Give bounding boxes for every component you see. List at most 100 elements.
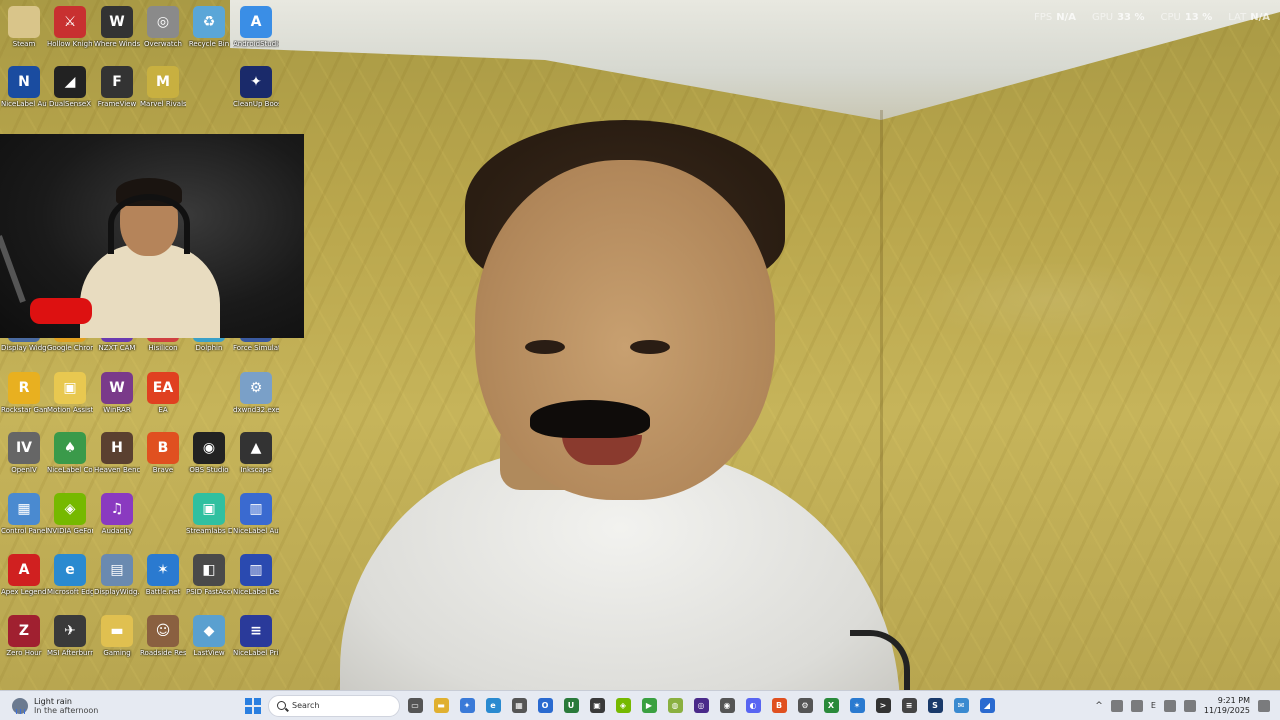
desktop-icon[interactable]: ▣ Streamlabs Desktop [186, 493, 232, 536]
windows-logo-tile [254, 697, 261, 705]
start-button[interactable] [242, 695, 264, 717]
desktop-icon[interactable]: R Rockstar Games... [1, 372, 47, 415]
taskbar-chrome-app-icon[interactable]: ◉ [716, 695, 738, 717]
desktop-icon-label: OBS Studio [189, 466, 229, 474]
taskbar-steam-app-icon[interactable]: S [924, 695, 946, 717]
taskbar-nvidia-app-icon[interactable]: ◈ [612, 695, 634, 717]
desktop-icon[interactable]: ▦ Control Panel [1, 493, 47, 536]
app-icon: ◢ [54, 66, 86, 98]
taskbar-obs-app-icon[interactable]: ◎ [690, 695, 712, 717]
input-language-indicator[interactable]: E [1151, 701, 1156, 710]
app-icon: W [101, 372, 133, 404]
desktop-icon-label: Audacity [101, 527, 133, 535]
desktop-icon[interactable]: ▥ NiceLabel Designer 10 [233, 554, 279, 597]
app-icon: N [8, 66, 40, 98]
desktop-icon[interactable]: ▲ Inkscape [233, 432, 279, 475]
desktop-icon-label: Streamlabs Desktop [186, 527, 232, 535]
desktop-icon[interactable]: W WinRAR [94, 372, 140, 415]
desktop-icon[interactable]: ◎ Overwatch [140, 6, 186, 49]
desktop-icon[interactable]: A Apex Legends [1, 554, 47, 597]
notifications-bell-icon[interactable] [1258, 699, 1270, 712]
taskbar-clock[interactable]: 9:21 PM 11/19/2025 [1204, 696, 1250, 716]
desktop-icon-label: dxwnd32.exe [233, 406, 279, 414]
desktop-icon[interactable]: IV OpenIV [1, 432, 47, 475]
desktop-icon[interactable]: ✈ MSI Afterburner [47, 615, 93, 658]
desktop-icon-label: Display Widget Lite [1, 344, 47, 352]
taskbar-brave-app-icon[interactable]: B [768, 695, 790, 717]
desktop-icon[interactable]: ♻ Recycle Bin [186, 6, 232, 49]
desktop-icon[interactable]: N NiceLabel Automati... [1, 66, 47, 109]
taskbar-tool-app-icon[interactable]: ◢ [976, 695, 998, 717]
desktop-icon[interactable]: ▣ Motion Assistant [47, 372, 93, 415]
chrome-app-glyph: ◉ [719, 698, 735, 713]
taskbar-edge-icon[interactable]: e [482, 695, 504, 717]
desktop-icon-label: WinRAR [103, 406, 131, 414]
taskbar-file-explorer-icon[interactable]: ▬ [430, 695, 452, 717]
app-icon: Z [8, 615, 40, 647]
network-icon[interactable] [1163, 699, 1176, 712]
taskbar-media-app-icon[interactable]: ▶ [638, 695, 660, 717]
taskbar-app-u-icon[interactable]: U [560, 695, 582, 717]
app-icon: ▥ [240, 554, 272, 586]
desktop-icon[interactable]: F FrameView [94, 66, 140, 109]
desktop-icon-label: Force Simulator [233, 344, 279, 352]
desktop-icon-label: MSI Afterburner [47, 649, 93, 657]
taskbar-store-icon[interactable]: ▦ [508, 695, 530, 717]
desktop-icon[interactable]: ✶ Battle.net [140, 554, 186, 597]
desktop-icon[interactable]: B Brave [140, 432, 186, 475]
desktop-icon[interactable]: ◈ NVIDIA GeFor... [47, 493, 93, 536]
desktop-icon[interactable]: ▤ DisplayWidg... Wallet [94, 554, 140, 597]
weather-widget[interactable]: Light rain In the afternoon [0, 697, 230, 715]
taskbar-audio-app-icon[interactable]: ≡ [898, 695, 920, 717]
wallpaper-eye-left [525, 340, 565, 354]
volume-icon[interactable] [1183, 699, 1196, 712]
desktop-icon[interactable]: Z Zero Hour [1, 615, 47, 658]
desktop-icon[interactable]: e Microsoft Edge [47, 554, 93, 597]
desktop-icon[interactable]: ◆ LastView [186, 615, 232, 658]
taskbar-battlenet-app-icon[interactable]: ✶ [846, 695, 868, 717]
desktop-icon[interactable]: M Marvel Rivals [140, 66, 186, 109]
taskbar-task-view-icon[interactable]: ▭ [404, 695, 426, 717]
app-icon: IV [8, 432, 40, 464]
desktop-icon[interactable]: EA EA [140, 372, 186, 415]
desktop-icon-label: DisplayWidg... Wallet [94, 588, 140, 596]
taskbar-xbox-app-icon[interactable]: X [820, 695, 842, 717]
desktop-icon-label: Zero Hour [6, 649, 42, 657]
desktop-icon[interactable]: ▬ Gaming [94, 615, 140, 658]
desktop-icon-label: Heaven Benchmar... [94, 466, 140, 474]
taskbar-terminal-app-icon[interactable]: > [872, 695, 894, 717]
copilot-glyph: ✦ [459, 698, 475, 713]
desktop-icon[interactable]: W Where Winds Meet [94, 6, 140, 49]
desktop-icon[interactable]: A AndroidStudio [233, 6, 279, 49]
taskbar-green-app-icon[interactable]: ◍ [664, 695, 686, 717]
app-icon: ▦ [8, 493, 40, 525]
show-hidden-icons-chevron[interactable]: ^ [1095, 701, 1103, 711]
desktop-icon[interactable]: ≡ NiceLabel Print 10 [233, 615, 279, 658]
taskbar-discord-app-icon[interactable]: ◐ [742, 695, 764, 717]
desktop-icon[interactable]: ♫ Audacity [94, 493, 140, 536]
desktop-icon[interactable]: H Heaven Benchmar... [94, 432, 140, 475]
taskbar-settings-app-icon[interactable]: ⚙ [794, 695, 816, 717]
microphone-icon[interactable] [1130, 699, 1143, 712]
desktop-icon[interactable]: ◉ OBS Studio [186, 432, 232, 475]
desktop-icon[interactable]: ♠ NiceLabel Configurati... [47, 432, 93, 475]
desktop-icon[interactable]: ☺ Roadside Research [140, 615, 186, 658]
hud-fps: FPS N/A [1034, 12, 1076, 23]
onedrive-icon[interactable] [1110, 699, 1123, 712]
desktop-icon[interactable]: ▥ NiceLabel Automati... [233, 493, 279, 536]
taskbar-search-box[interactable]: Search [268, 694, 400, 717]
desktop-icon[interactable]: Steam [1, 6, 47, 49]
taskbar-copilot-icon[interactable]: ✦ [456, 695, 478, 717]
webcam-headphones [108, 194, 190, 254]
desktop-icon[interactable]: ✦ CleanUp Booster [233, 66, 279, 109]
taskbar-outlook-icon[interactable]: O [534, 695, 556, 717]
desktop-icon-label: Overwatch [144, 40, 182, 48]
desktop-icon[interactable]: ◢ DualSenseX [47, 66, 93, 109]
taskbar-winrar-app-icon[interactable]: ▣ [586, 695, 608, 717]
taskbar-chat-app-icon[interactable]: ✉ [950, 695, 972, 717]
app-icon: ▣ [54, 372, 86, 404]
task-view-glyph: ▭ [407, 698, 423, 713]
desktop-icon[interactable]: ⚔ Hollow Knight [47, 6, 93, 49]
desktop-icon[interactable]: ◧ PSID FastAccess... [186, 554, 232, 597]
desktop-icon[interactable]: ⚙ dxwnd32.exe [233, 372, 279, 415]
